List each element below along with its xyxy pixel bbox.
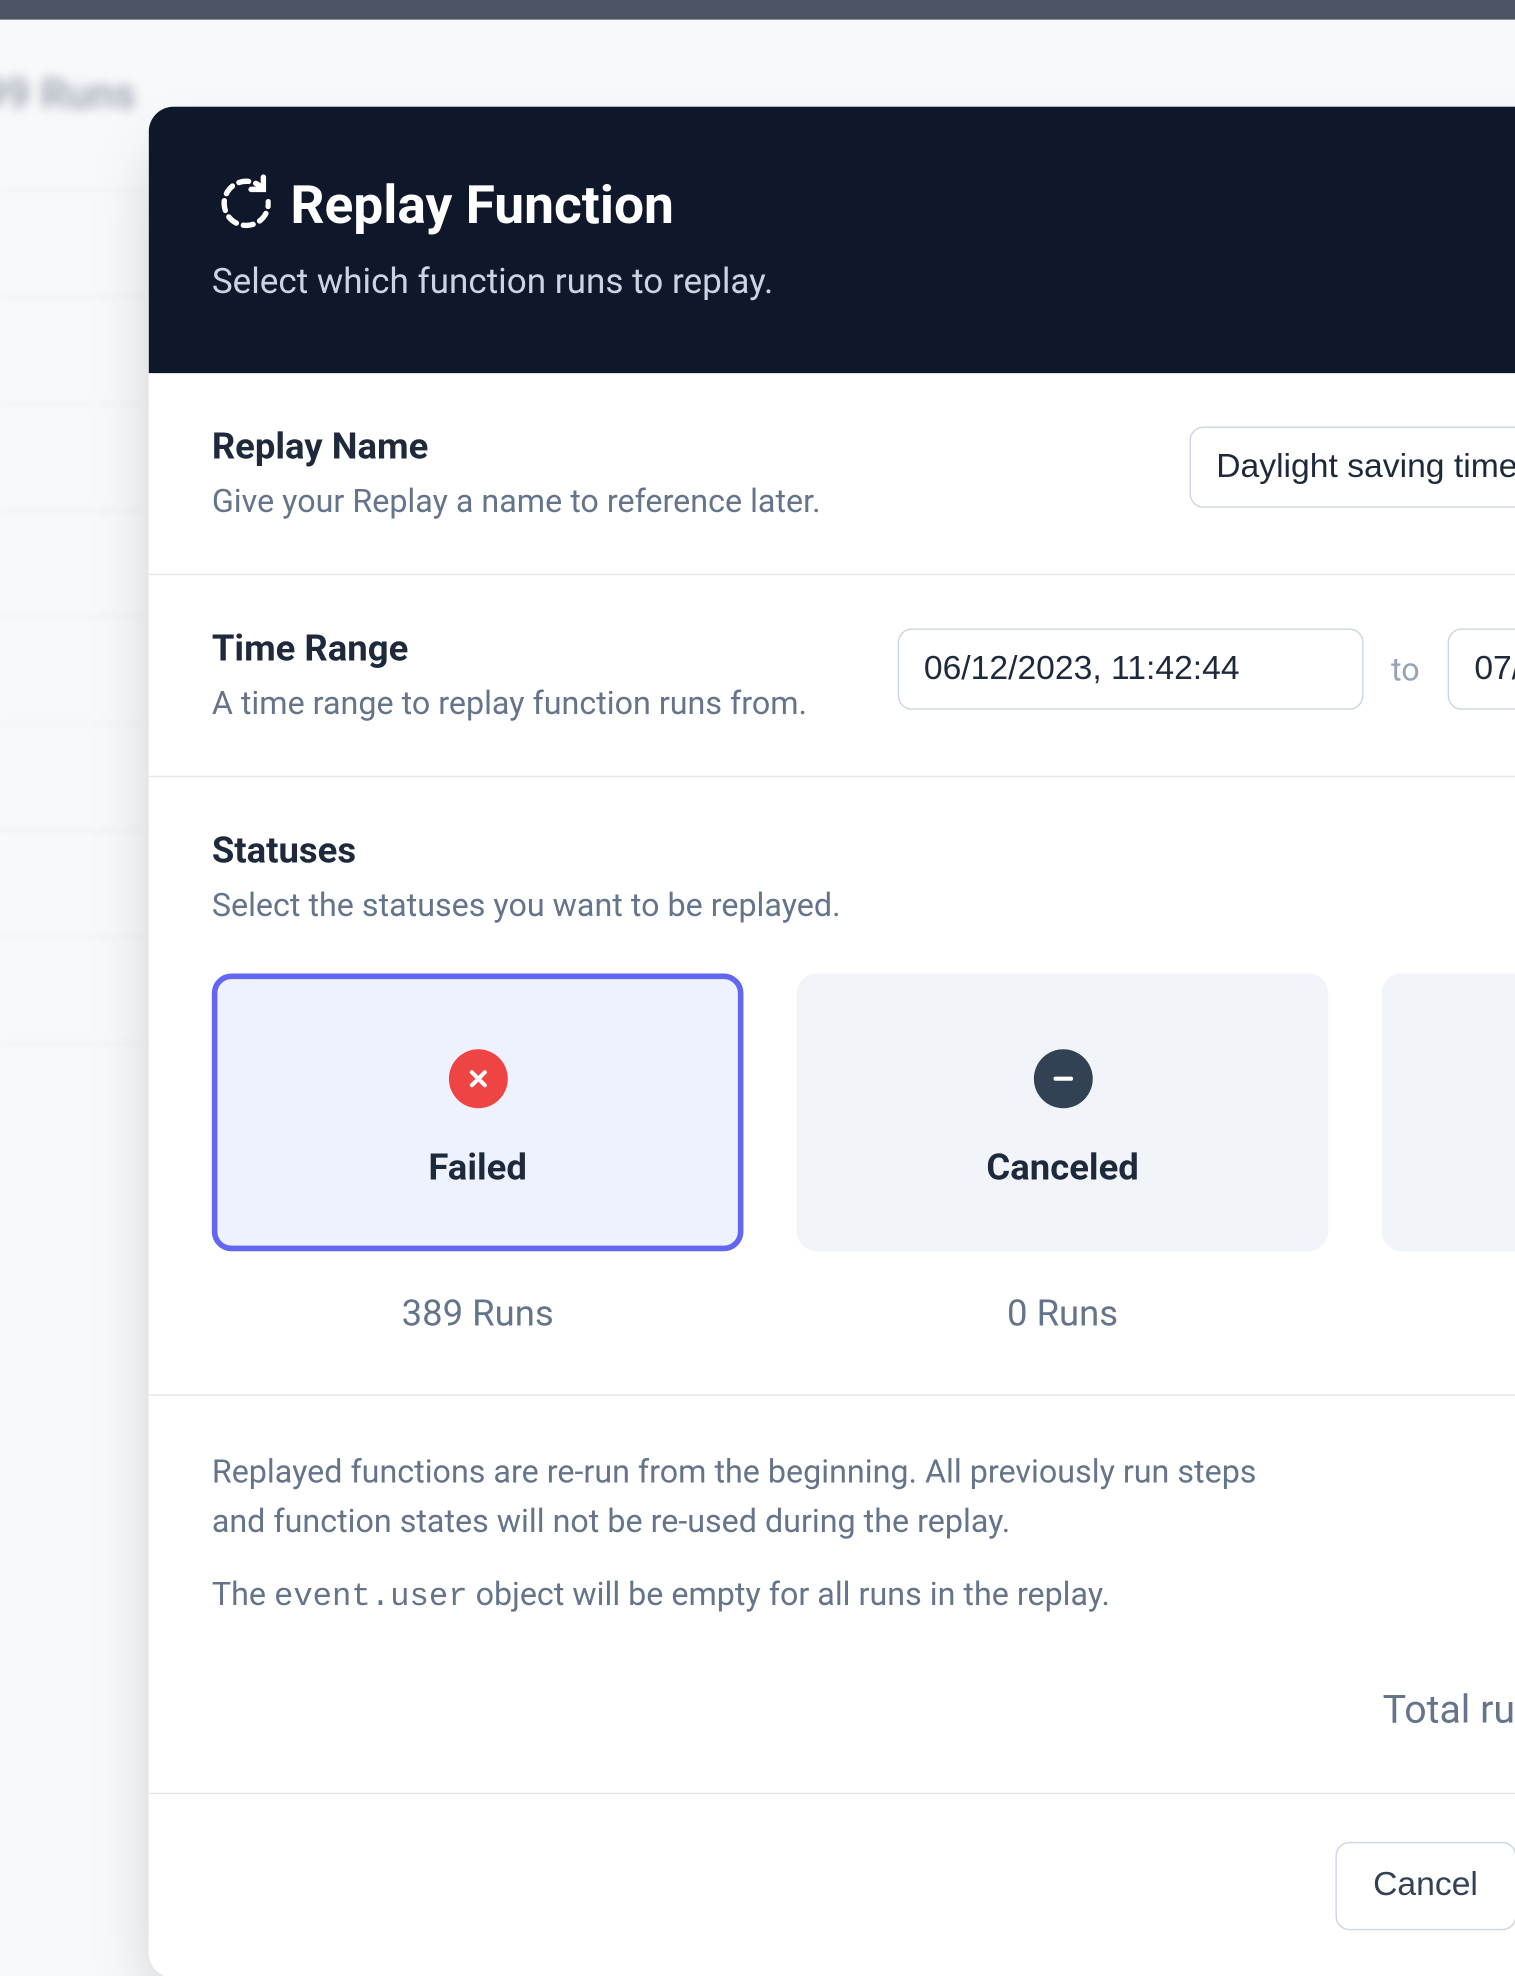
status-runs-canceled: 0 Runs	[1007, 1293, 1118, 1335]
event-user-code: event.user	[274, 1578, 468, 1614]
status-card-canceled[interactable]: Canceled	[797, 974, 1329, 1252]
info-text-2: The event.user object will be empty for …	[212, 1571, 1306, 1621]
status-name-failed: Failed	[428, 1147, 526, 1189]
replay-icon	[212, 170, 271, 243]
time-range-to-label: to	[1391, 650, 1420, 688]
status-name-canceled: Canceled	[986, 1147, 1138, 1189]
status-runs-failed: 389 Runs	[402, 1293, 554, 1335]
statuses-section: Statuses Select the statuses you want to…	[149, 777, 1515, 1396]
time-range-from-input[interactable]	[897, 628, 1363, 709]
background-text: 999 Runs	[0, 70, 136, 119]
modal-header: Replay Function Select which function ru…	[149, 107, 1515, 374]
replay-name-label: Replay Name	[212, 426, 1148, 468]
modal-subtitle: Select which function runs to replay.	[212, 262, 1515, 303]
time-range-section: Time Range A time range to replay functi…	[149, 575, 1515, 777]
replay-name-input[interactable]	[1190, 426, 1515, 507]
time-range-to-input[interactable]	[1448, 628, 1515, 709]
background-top-bar	[0, 0, 1515, 20]
statuses-label: Statuses	[212, 830, 1515, 872]
replay-name-section: Replay Name Give your Replay a name to r…	[149, 373, 1515, 575]
info-section: Replayed functions are re-run from the b…	[149, 1396, 1515, 1794]
modal-footer: Cancel Replay Function	[149, 1793, 1515, 1976]
replay-name-hint: Give your Replay a name to reference lat…	[212, 483, 1148, 521]
replay-function-modal: Replay Function Select which function ru…	[149, 107, 1515, 1976]
x-circle-icon	[448, 1049, 507, 1108]
modal-title: Replay Function	[290, 175, 674, 237]
status-card-succeeded[interactable]: Succeeded	[1382, 974, 1515, 1252]
status-card-failed[interactable]: Failed	[212, 974, 744, 1252]
cancel-button[interactable]: Cancel	[1335, 1841, 1515, 1929]
info-text-1: Replayed functions are re-run from the b…	[212, 1449, 1306, 1546]
statuses-hint: Select the statuses you want to be repla…	[212, 887, 1515, 925]
time-range-label: Time Range	[212, 628, 855, 670]
time-range-hint: A time range to replay function runs fro…	[212, 685, 855, 723]
minus-circle-icon	[1033, 1049, 1092, 1108]
total-runs-label: Total runs to be replayed:	[1383, 1685, 1515, 1731]
